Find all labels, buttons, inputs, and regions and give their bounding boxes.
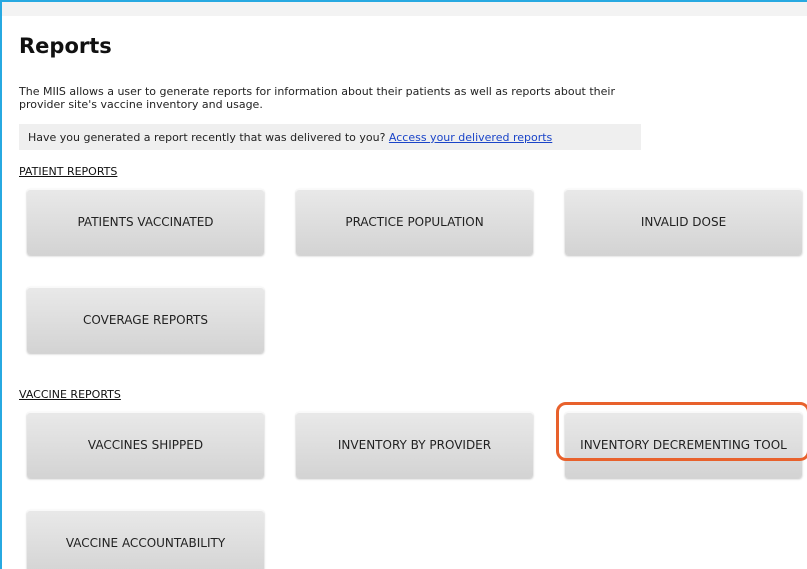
top-strip	[2, 2, 807, 16]
notice-text: Have you generated a report recently tha…	[28, 131, 386, 144]
vaccine-accountability-button[interactable]: VACCINE ACCOUNTABILITY	[27, 510, 264, 569]
intro-text: The MIIS allows a user to generate repor…	[19, 85, 615, 111]
vaccines-shipped-button[interactable]: VACCINES SHIPPED	[27, 412, 264, 478]
highlight-annotation	[556, 402, 807, 461]
delivered-reports-notice: Have you generated a report recently tha…	[19, 124, 641, 150]
patients-vaccinated-button[interactable]: PATIENTS VACCINATED	[27, 189, 264, 255]
invalid-dose-button[interactable]: INVALID DOSE	[565, 189, 802, 255]
coverage-reports-button[interactable]: COVERAGE REPORTS	[27, 287, 264, 353]
vaccine-reports-heading: VACCINE REPORTS	[19, 388, 121, 401]
page-title: Reports	[19, 34, 112, 58]
practice-population-button[interactable]: PRACTICE POPULATION	[296, 189, 533, 255]
reports-page: Reports The MIIS allows a user to genera…	[0, 0, 807, 569]
delivered-reports-link[interactable]: Access your delivered reports	[389, 131, 552, 144]
patient-reports-heading: PATIENT REPORTS	[19, 165, 118, 178]
inventory-by-provider-button[interactable]: INVENTORY BY PROVIDER	[296, 412, 533, 478]
